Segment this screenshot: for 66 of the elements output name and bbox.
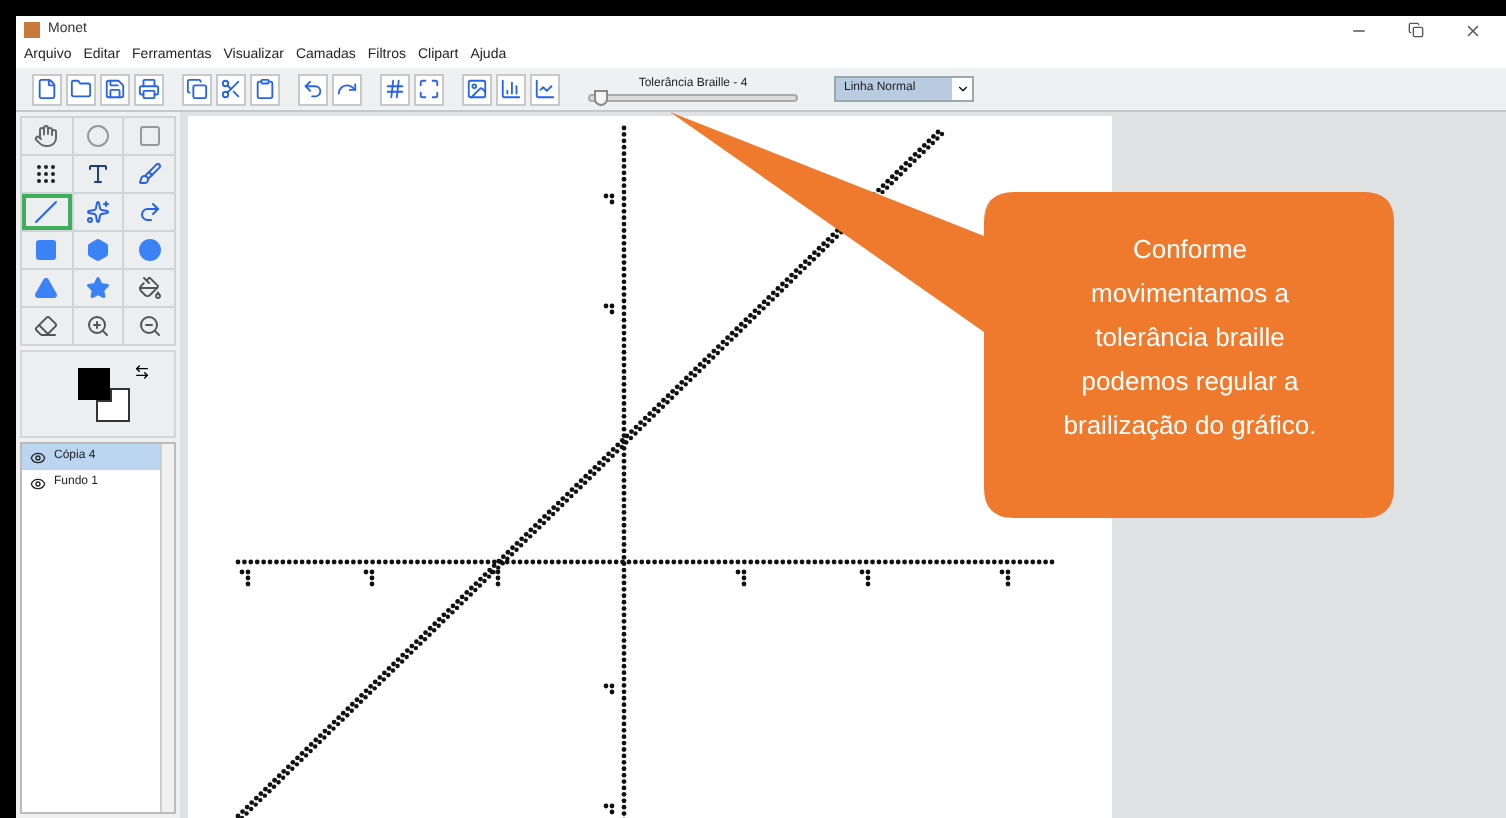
- paint-bucket-icon: [137, 276, 162, 300]
- app-icon: [24, 22, 40, 38]
- zoom-out-icon: [137, 314, 162, 338]
- toolbar-button[interactable]: [298, 73, 328, 105]
- tool-button[interactable]: [124, 194, 174, 230]
- hexagon-icon: [85, 238, 110, 262]
- bar-chart-icon: [500, 78, 522, 100]
- tool-button[interactable]: [22, 118, 72, 154]
- toolbar-button[interactable]: [100, 73, 130, 105]
- dropdown-caret-icon: [955, 82, 969, 96]
- toolbar-button[interactable]: [462, 73, 492, 105]
- printer-icon: [138, 78, 160, 100]
- toolbar-button[interactable]: [250, 73, 280, 105]
- oval-icon: [137, 238, 162, 262]
- restore-icon[interactable]: [1408, 22, 1424, 38]
- swap-colors-icon[interactable]: [134, 364, 150, 380]
- triangle-icon: [34, 276, 59, 300]
- brush-icon: [137, 162, 162, 186]
- toolbar-button[interactable]: [66, 73, 96, 105]
- toolbar-button[interactable]: [332, 73, 362, 105]
- tool-button[interactable]: [73, 194, 123, 230]
- line-chart-icon: [534, 78, 556, 100]
- new-file-icon: [36, 78, 58, 100]
- grid-icon: [384, 78, 406, 100]
- open-icon: [70, 78, 92, 100]
- foreground-color-swatch[interactable]: [78, 368, 110, 400]
- scissors-icon: [220, 78, 242, 100]
- rectangle-icon: [137, 124, 162, 148]
- eye-icon[interactable]: [30, 449, 46, 465]
- slider-track[interactable]: [588, 94, 798, 102]
- filled-rectangle-icon: [34, 238, 59, 262]
- toolbar-button[interactable]: [530, 73, 560, 105]
- copy-icon: [186, 78, 208, 100]
- toolbar-button[interactable]: [182, 73, 212, 105]
- tool-button[interactable]: [22, 308, 72, 344]
- paste-icon: [254, 78, 276, 100]
- tool-button[interactable]: [73, 308, 123, 344]
- scrollbar[interactable]: [160, 444, 174, 812]
- tool-button[interactable]: [73, 156, 123, 192]
- toolbar-button[interactable]: [32, 73, 62, 105]
- eraser-icon: [34, 314, 59, 338]
- eye-icon[interactable]: [30, 475, 46, 491]
- toolbar-button[interactable]: [496, 73, 526, 105]
- toolbar-button[interactable]: [134, 73, 164, 105]
- star-icon: [85, 276, 110, 300]
- text-icon: [85, 162, 110, 186]
- image-icon: [466, 78, 488, 100]
- close-icon[interactable]: [1464, 21, 1482, 39]
- slider-thumb[interactable]: [594, 90, 609, 106]
- undo-icon: [302, 78, 324, 100]
- toolbar-button[interactable]: [216, 73, 246, 105]
- tool-button[interactable]: [124, 156, 174, 192]
- toolbar-button[interactable]: [380, 73, 410, 105]
- toolbar-button[interactable]: [414, 73, 444, 105]
- hand-icon: [34, 124, 59, 148]
- tool-button[interactable]: [124, 270, 174, 306]
- dots-icon: [34, 162, 59, 186]
- callout-text: Conforme movimentamos a tolerância braille podemos regular a brailização do gráfico.: [1061, 232, 1319, 444]
- ellipse-icon: [85, 124, 110, 148]
- line-icon: [34, 200, 59, 224]
- fit-icon: [418, 78, 440, 100]
- zoom-in-icon: [85, 314, 110, 338]
- tool-button[interactable]: [22, 156, 72, 192]
- redo-icon: [336, 78, 358, 100]
- tool-button[interactable]: [124, 308, 174, 344]
- save-icon: [104, 78, 126, 100]
